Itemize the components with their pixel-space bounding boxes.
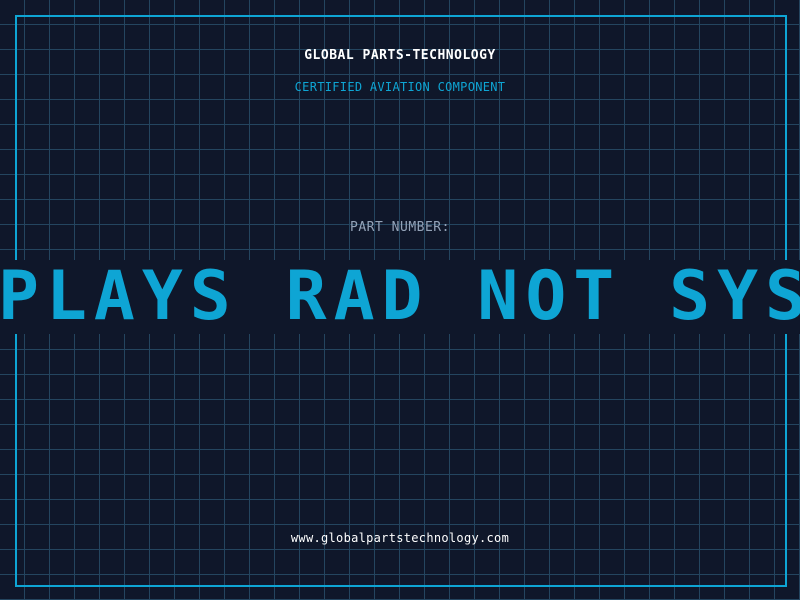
part-number-band: PLAYS RAD NOT SYST (0, 260, 800, 334)
certification-subtitle: CERTIFIED AVIATION COMPONENT (294, 80, 506, 94)
part-card: GLOBAL PARTS-TECHNOLOGY CERTIFIED AVIATI… (0, 0, 800, 600)
part-number-value: PLAYS RAD NOT SYST (0, 260, 800, 334)
website-url: www.globalpartstechnology.com (290, 531, 510, 545)
part-number-label: PART NUMBER: (350, 220, 450, 235)
company-name: GLOBAL PARTS-TECHNOLOGY (304, 48, 496, 63)
